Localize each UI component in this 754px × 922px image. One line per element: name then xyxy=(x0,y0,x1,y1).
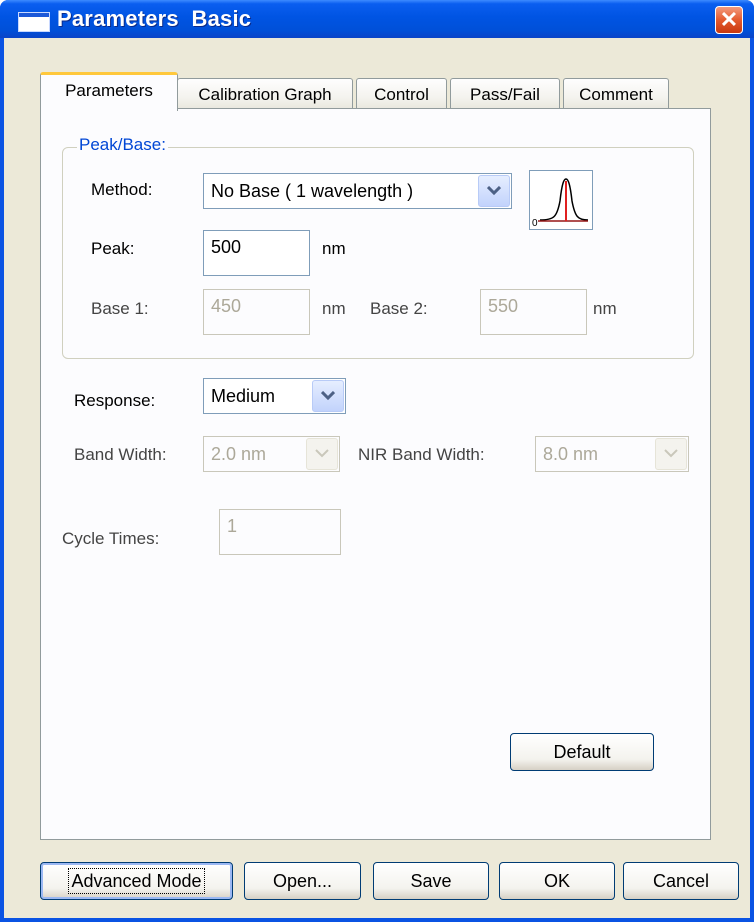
band-width-value: 2.0 nm xyxy=(211,444,267,464)
cycle-times-label: Cycle Times: xyxy=(62,529,160,548)
chevron-down-icon[interactable] xyxy=(478,175,510,207)
ok-button[interactable]: OK xyxy=(499,862,615,900)
peak-label: Peak: xyxy=(91,239,135,258)
method-dropdown[interactable]: No Base ( 1 wavelength ) xyxy=(203,173,512,209)
peak-unit: nm xyxy=(322,239,346,258)
close-button[interactable]: ✕ xyxy=(715,6,743,34)
response-value: Medium xyxy=(211,386,276,406)
dialog-window: Parameters Basic ✕ Parameters Calibratio… xyxy=(0,0,754,922)
advanced-mode-label: Advanced Mode xyxy=(68,868,205,894)
response-label: Response: xyxy=(74,391,156,410)
cancel-button[interactable]: Cancel xyxy=(623,862,739,900)
window-title: Parameters Basic xyxy=(57,6,252,31)
parameters-tab-panel: Peak/Base: Method: No Base ( 1 wavelengt… xyxy=(40,108,711,840)
tab-pass-fail[interactable]: Pass/Fail xyxy=(450,78,560,110)
method-value: No Base ( 1 wavelength ) xyxy=(211,181,414,201)
base2-input[interactable]: 550 xyxy=(480,289,587,335)
tab-comment[interactable]: Comment xyxy=(563,78,669,110)
base1-input[interactable]: 450 xyxy=(203,289,310,335)
default-button[interactable]: Default xyxy=(510,733,654,771)
nir-band-width-label: NIR Band Width: xyxy=(358,445,485,464)
tab-parameters[interactable]: Parameters xyxy=(40,72,178,111)
method-label: Method: xyxy=(91,180,153,199)
band-width-dropdown[interactable]: 2.0 nm xyxy=(203,436,340,472)
close-icon: ✕ xyxy=(719,7,739,32)
open-button[interactable]: Open... xyxy=(244,862,361,900)
title-bar[interactable]: Parameters Basic ✕ xyxy=(0,0,754,38)
base1-unit: nm xyxy=(322,299,346,318)
tab-control[interactable]: Control xyxy=(356,78,447,110)
nir-band-width-value: 8.0 nm xyxy=(543,444,599,464)
advanced-mode-button[interactable]: Advanced Mode xyxy=(40,862,233,900)
base1-label: Base 1: xyxy=(91,299,149,318)
peak-icon-zero: 0 xyxy=(532,218,538,229)
peak-input[interactable]: 500 xyxy=(203,230,310,276)
chevron-down-icon[interactable] xyxy=(312,380,344,412)
save-button[interactable]: Save xyxy=(373,862,489,900)
base2-unit: nm xyxy=(593,299,617,318)
window-icon xyxy=(18,12,50,32)
nir-band-width-dropdown[interactable]: 8.0 nm xyxy=(535,436,689,472)
band-width-label: Band Width: xyxy=(74,445,167,464)
response-dropdown[interactable]: Medium xyxy=(203,378,346,414)
tab-calibration-graph[interactable]: Calibration Graph xyxy=(177,78,353,110)
dialog-client-area: Parameters Calibration Graph Control Pas… xyxy=(4,38,750,918)
peak-curve-icon: 0 xyxy=(529,170,593,230)
chevron-down-icon[interactable] xyxy=(306,438,338,470)
chevron-down-icon[interactable] xyxy=(655,438,687,470)
base2-label: Base 2: xyxy=(370,299,428,318)
cycle-times-input[interactable]: 1 xyxy=(219,509,341,555)
peak-base-group-label: Peak/Base: xyxy=(77,135,168,155)
